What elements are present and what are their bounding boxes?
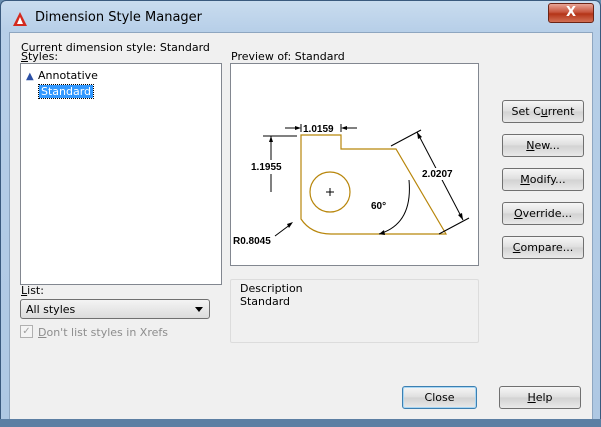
styles-list[interactable]: ▲ Annotative Standard: [20, 63, 222, 285]
xrefs-checkbox-label: Don't list styles in Xrefs: [38, 326, 168, 339]
list-label: List:: [21, 284, 44, 297]
compare-button[interactable]: Compare...: [502, 236, 584, 259]
window-title: Dimension Style Manager: [35, 10, 203, 25]
slant-dimension-text: 2.0207: [422, 169, 453, 180]
annotative-icon: ▲: [26, 71, 34, 82]
left-dimension-text: 1.1955: [251, 162, 282, 173]
close-window-button[interactable]: X: [548, 3, 594, 23]
styles-label: Styles:: [21, 50, 59, 63]
angle-dimension-text: 60°: [371, 201, 386, 212]
xrefs-checkbox[interactable]: ✓: [20, 325, 33, 338]
dimension-preview-drawing: 1.0159 1.1955 2.0207 60° R0.8045: [233, 124, 470, 247]
description-title: Description: [240, 282, 303, 295]
new-button[interactable]: New...: [502, 134, 584, 157]
radius-dimension-text: R0.8045: [233, 236, 271, 247]
close-button[interactable]: Close: [402, 386, 477, 409]
chevron-down-icon: [195, 307, 203, 312]
list-item-standard[interactable]: Standard: [37, 84, 95, 99]
preview-label: Preview of: Standard: [231, 50, 345, 63]
close-icon: X: [565, 5, 577, 20]
set-current-button[interactable]: Set Current: [502, 100, 584, 123]
dimension-style-manager-window: Dimension Style Manager X Current dimens…: [0, 0, 601, 427]
list-filter-select[interactable]: All styles: [20, 299, 210, 319]
list-item-standard-label: Standard: [37, 84, 95, 99]
help-button[interactable]: Help: [499, 386, 581, 409]
title-bar[interactable]: Dimension Style Manager X: [1, 1, 600, 35]
list-filter-value: All styles: [26, 303, 76, 316]
part-outline: [300, 134, 448, 235]
top-dimension-text: 1.0159: [303, 124, 334, 135]
modify-button[interactable]: Modify...: [502, 168, 584, 191]
list-item-annotative[interactable]: ▲ Annotative: [26, 68, 98, 83]
description-text: Standard: [240, 295, 291, 308]
preview-pane: 1.0159 1.1955 2.0207 60° R0.8045: [230, 63, 479, 266]
autocad-app-icon: [13, 12, 27, 26]
override-button[interactable]: Override...: [502, 202, 584, 225]
desktop-background-strip: [0, 419, 601, 427]
